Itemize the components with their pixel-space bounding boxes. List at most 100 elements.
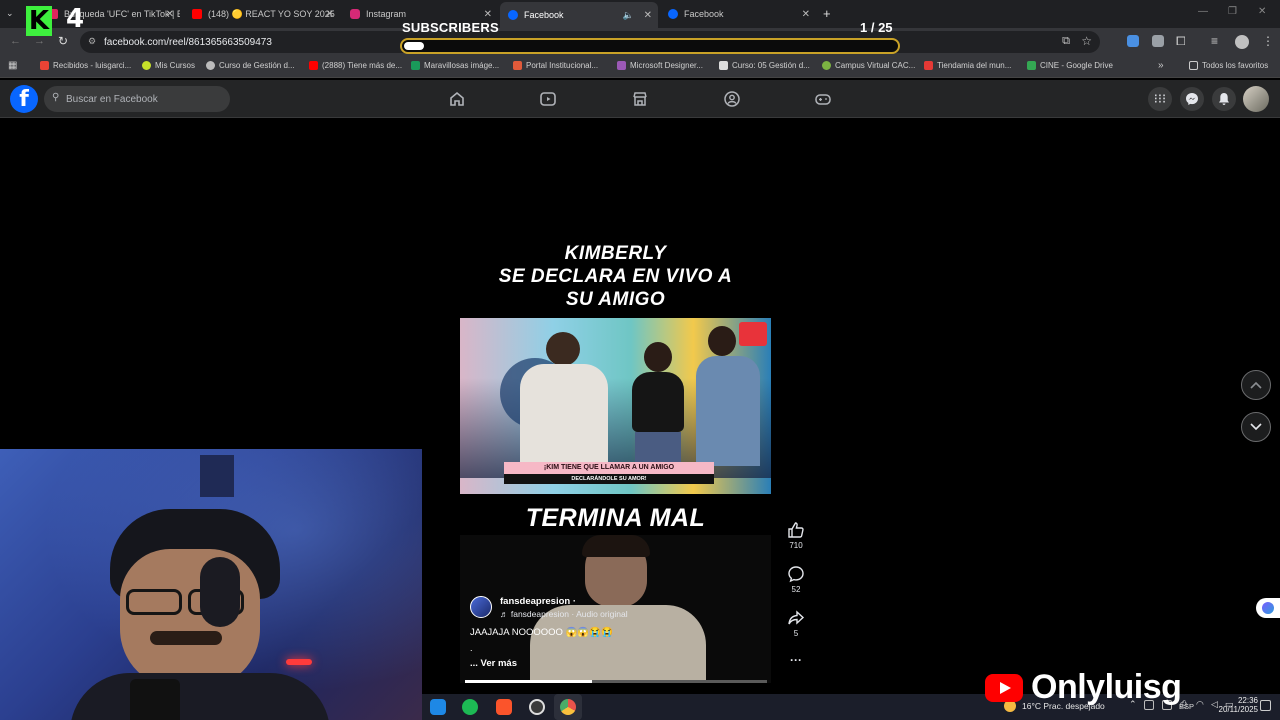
maximize-button[interactable]: ❐ [1228, 6, 1237, 17]
reel-video-frame-tv-set[interactable]: ¡KIM TIENE QUE LLAMAR A UN AMIGO DECLARÁ… [460, 318, 771, 494]
new-tab-button[interactable]: + [823, 6, 831, 21]
profile-avatar[interactable] [1243, 86, 1269, 112]
facebook-logo[interactable]: f [10, 85, 38, 113]
bookmark-item[interactable]: Portal Institucional... [513, 61, 598, 70]
close-window-button[interactable]: ✕ [1258, 6, 1266, 17]
author-avatar[interactable] [470, 596, 492, 618]
media-controls-icon[interactable]: ≡ [1211, 34, 1218, 48]
person-denim-jacket [696, 356, 760, 466]
extension-icon[interactable] [1127, 35, 1139, 47]
instagram-favicon-icon [350, 9, 360, 19]
notification-center-icon[interactable] [1260, 700, 1271, 711]
bookmark-item[interactable]: Mis Cursos [142, 61, 195, 70]
menu-grid-button[interactable]: ⁝⁝⁝ [1148, 87, 1172, 111]
tab-label: Facebook [684, 9, 724, 19]
spotify-icon[interactable] [462, 699, 478, 715]
tab-youtube-react[interactable]: (148) 🟡 REACT YO SOY 2025 ✕ [184, 4, 340, 24]
reel-progress-bar[interactable] [465, 680, 767, 683]
notifications-button[interactable] [1212, 87, 1236, 111]
reel-headline-line: KIMBERLY [564, 243, 667, 264]
apps-grid-icon[interactable]: ▦ [8, 60, 17, 71]
tab-label: Instagram [366, 9, 407, 19]
bookmark-item[interactable]: (2888) Tiene más de... [309, 61, 402, 70]
author-suffix: · [572, 596, 577, 607]
like-button[interactable]: 710 [780, 521, 812, 550]
browser-menu-icon[interactable]: ⋮ [1262, 34, 1274, 48]
bookmark-item[interactable]: CINE - Google Drive [1027, 61, 1113, 70]
see-more-link[interactable]: ... Ver más [470, 658, 517, 669]
subscribers-label: SUBSCRIBERS [402, 20, 499, 35]
next-reel-button[interactable] [1241, 412, 1271, 442]
messenger-button[interactable] [1180, 87, 1204, 111]
streamer-mustache [150, 631, 222, 645]
person-top [632, 372, 684, 432]
groups-icon[interactable] [723, 90, 741, 108]
obs-icon[interactable] [529, 699, 545, 715]
more-options-button[interactable]: ··· [780, 653, 812, 667]
clock[interactable]: 22:36 20/11/2025 [1200, 696, 1258, 714]
video-icon[interactable] [539, 90, 557, 108]
tab-search-icon[interactable]: ⌄ [6, 8, 14, 19]
messenger-icon [1186, 93, 1198, 105]
edge-icon[interactable] [430, 699, 446, 715]
clock-time: 22:36 [1237, 696, 1258, 705]
extensions-puzzle-icon[interactable]: ⧠ [1176, 34, 1186, 49]
subscribers-goal-fill [404, 42, 424, 50]
bookmark-item[interactable]: Curso de Gestión d... [206, 61, 295, 70]
side-widget[interactable] [1256, 598, 1280, 618]
minimize-button[interactable]: — [1198, 6, 1208, 17]
author-name[interactable]: fansdeapresion · [500, 596, 576, 607]
chevron-up-icon [1250, 381, 1262, 389]
bookmark-label: Tiendamia del mun... [937, 61, 1012, 70]
audio-label[interactable]: ♬ fansdeapresion · Audio original [500, 609, 628, 619]
tab-facebook[interactable]: Facebook ✕ [660, 4, 816, 24]
tab-tiktok[interactable]: Búsqueda 'UFC' en TikTok | Bus ✕ [40, 4, 180, 24]
comment-button[interactable]: 52 [780, 565, 812, 594]
comment-count: 52 [791, 585, 801, 594]
previous-reel-button[interactable] [1241, 370, 1271, 400]
bookmark-item[interactable]: Curso: 05 Gestión d... [719, 61, 810, 70]
notifications-icon [1219, 93, 1229, 105]
bookmark-item[interactable]: Tiendamia del mun... [924, 61, 1011, 70]
channel-logo [739, 322, 767, 346]
brave-icon[interactable] [496, 699, 512, 715]
wall-decoration [200, 455, 234, 497]
profile-avatar-icon[interactable] [1235, 35, 1249, 49]
bookmark-item[interactable]: Campus Virtual CAC... [822, 61, 915, 70]
headset [200, 557, 240, 627]
back-icon[interactable]: ← [10, 35, 21, 47]
bookmark-item[interactable]: Recibidos - luisgarci... [40, 61, 131, 70]
close-tab-icon[interactable]: ✕ [484, 9, 492, 20]
facebook-search-input[interactable]: ⚲ Buscar en Facebook [44, 86, 230, 112]
install-icon[interactable]: ⧉ [1062, 35, 1070, 48]
chevron-down-icon [1250, 423, 1262, 431]
close-tab-icon[interactable]: ✕ [326, 9, 334, 20]
share-button[interactable]: 5 [780, 609, 812, 638]
bookmark-star-icon[interactable]: ☆ [1081, 34, 1092, 48]
author-name-text: fansdeapresion [500, 596, 571, 607]
gaming-icon[interactable] [814, 90, 832, 108]
menu-grid-icon: ⁝⁝⁝ [1153, 91, 1167, 106]
url-text: facebook.com/reel/861365663509473 [104, 36, 272, 48]
watermark-text: Onlyluisg [1031, 668, 1182, 706]
home-icon[interactable] [448, 90, 466, 108]
tab-facebook-active[interactable]: Facebook 🔈 ✕ [500, 2, 658, 28]
youtube-icon [309, 61, 318, 70]
mute-icon[interactable]: 🔈 [623, 10, 634, 21]
extension-icon[interactable] [1152, 35, 1164, 47]
more-bookmarks-icon[interactable]: » [1158, 60, 1164, 71]
marketplace-icon[interactable] [631, 90, 649, 108]
bookmark-item[interactable]: Maravillosas imáge... [411, 61, 499, 70]
tab-label: (148) 🟡 REACT YO SOY 2025 [208, 8, 335, 19]
bookmarks-bar: ▦ Recibidos - luisgarci... Mis Cursos Cu… [0, 56, 1280, 78]
assistant-icon [1262, 602, 1274, 614]
forward-icon[interactable]: → [34, 35, 45, 47]
all-bookmarks-folder[interactable]: Todos los favoritos [1189, 61, 1268, 70]
reload-icon[interactable]: ↻ [58, 34, 68, 48]
close-tab-icon[interactable]: ✕ [802, 9, 810, 20]
bookmark-item[interactable]: Microsoft Designer... [617, 61, 703, 70]
site-info-icon[interactable]: ⚙ [88, 36, 96, 47]
campus-icon [822, 61, 831, 70]
close-tab-icon[interactable]: ✕ [166, 9, 174, 20]
close-tab-icon[interactable]: ✕ [644, 10, 652, 21]
